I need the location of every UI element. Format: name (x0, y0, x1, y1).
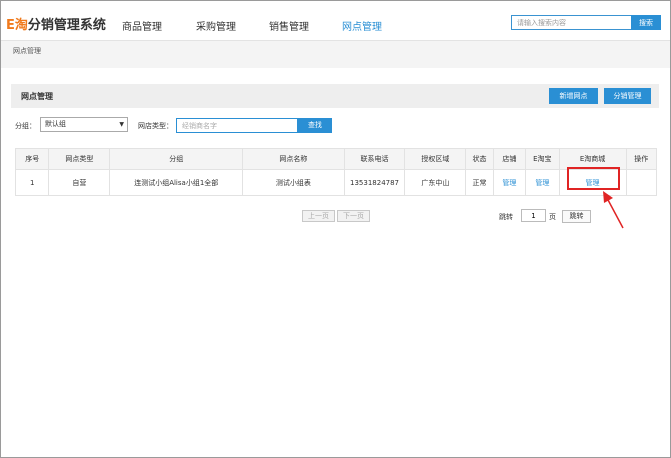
highlight-box (567, 167, 620, 190)
breadcrumb-bar: 网点管理 (1, 41, 670, 68)
app-logo: E淘分销管理系统 (6, 14, 106, 33)
logo-text: 分销管理系统 (27, 18, 106, 33)
cell-store: 管理 (492, 169, 527, 196)
search-input[interactable] (511, 15, 631, 30)
column-header: 网点类型 (48, 148, 111, 170)
cell-outlet-name: 测试小组表 (242, 169, 345, 196)
distribution-management-button[interactable]: 分销管理 (604, 88, 651, 104)
find-button[interactable]: 查找 (298, 118, 332, 133)
store-type-label: 网店类型： (138, 122, 173, 130)
group-select-value: 默认组 (45, 120, 66, 128)
cell-actions (625, 169, 658, 196)
dealer-name-input[interactable] (176, 118, 298, 133)
store-manage-link[interactable]: 管理 (502, 179, 516, 187)
table-header-row: 序号 网点类型 分组 网点名称 联系电话 授权区域 状态 店铺 E淘宝 E淘商城… (14, 148, 658, 170)
column-header: 授权区域 (404, 148, 467, 170)
column-header: 序号 (14, 148, 50, 170)
nav-item-purchasing[interactable]: 采购管理 (196, 18, 236, 33)
table-row: 1 自营 连测试小组Alisa小组1全部 测试小组表 13531824787 广… (14, 169, 658, 196)
nav-item-products[interactable]: 商品管理 (122, 18, 162, 33)
cell-index: 1 (14, 169, 50, 196)
logo-prefix: E淘 (6, 18, 28, 33)
chevron-down-icon: ▼ (119, 121, 124, 128)
nav-item-outlets[interactable]: 网点管理 (342, 18, 382, 33)
breadcrumb: 网点管理 (13, 47, 41, 55)
prev-page-button[interactable]: 上一页 (302, 210, 335, 222)
group-select[interactable]: 默认组 ▼ (40, 117, 128, 132)
next-page-button[interactable]: 下一页 (337, 210, 370, 222)
cell-status: 正常 (465, 169, 494, 196)
add-outlet-button[interactable]: 新增网点 (549, 88, 598, 104)
window-frame (0, 0, 671, 458)
jump-label: 跳转 (499, 213, 513, 221)
column-header: 状态 (465, 148, 494, 170)
column-header: 分组 (109, 148, 244, 170)
nav-item-sales[interactable]: 销售管理 (269, 18, 309, 33)
cell-group: 连测试小组Alisa小组1全部 (109, 169, 244, 196)
column-header: 联系电话 (343, 148, 406, 170)
etaobao-manage-link[interactable]: 管理 (535, 179, 549, 187)
cell-outlet-type: 自营 (48, 169, 111, 196)
group-label: 分组： (15, 122, 36, 130)
column-header: 店铺 (492, 148, 527, 170)
cell-phone: 13531824787 (343, 169, 406, 196)
cell-region: 广东中山 (404, 169, 467, 196)
panel-title: 网点管理 (21, 92, 53, 101)
column-header: 操作 (625, 148, 658, 170)
page-unit-label: 页 (549, 213, 556, 221)
column-header: E淘宝 (525, 148, 560, 170)
outlet-table: 序号 网点类型 分组 网点名称 联系电话 授权区域 状态 店铺 E淘宝 E淘商城… (14, 148, 658, 196)
page-number-input[interactable] (521, 209, 546, 222)
column-header: 网点名称 (242, 148, 345, 170)
cell-etaobao: 管理 (525, 169, 560, 196)
top-header: E淘分销管理系统 商品管理 采购管理 销售管理 网点管理 搜索 (1, 1, 670, 41)
jump-button[interactable]: 跳转 (562, 210, 591, 223)
search-button[interactable]: 搜索 (631, 15, 661, 30)
